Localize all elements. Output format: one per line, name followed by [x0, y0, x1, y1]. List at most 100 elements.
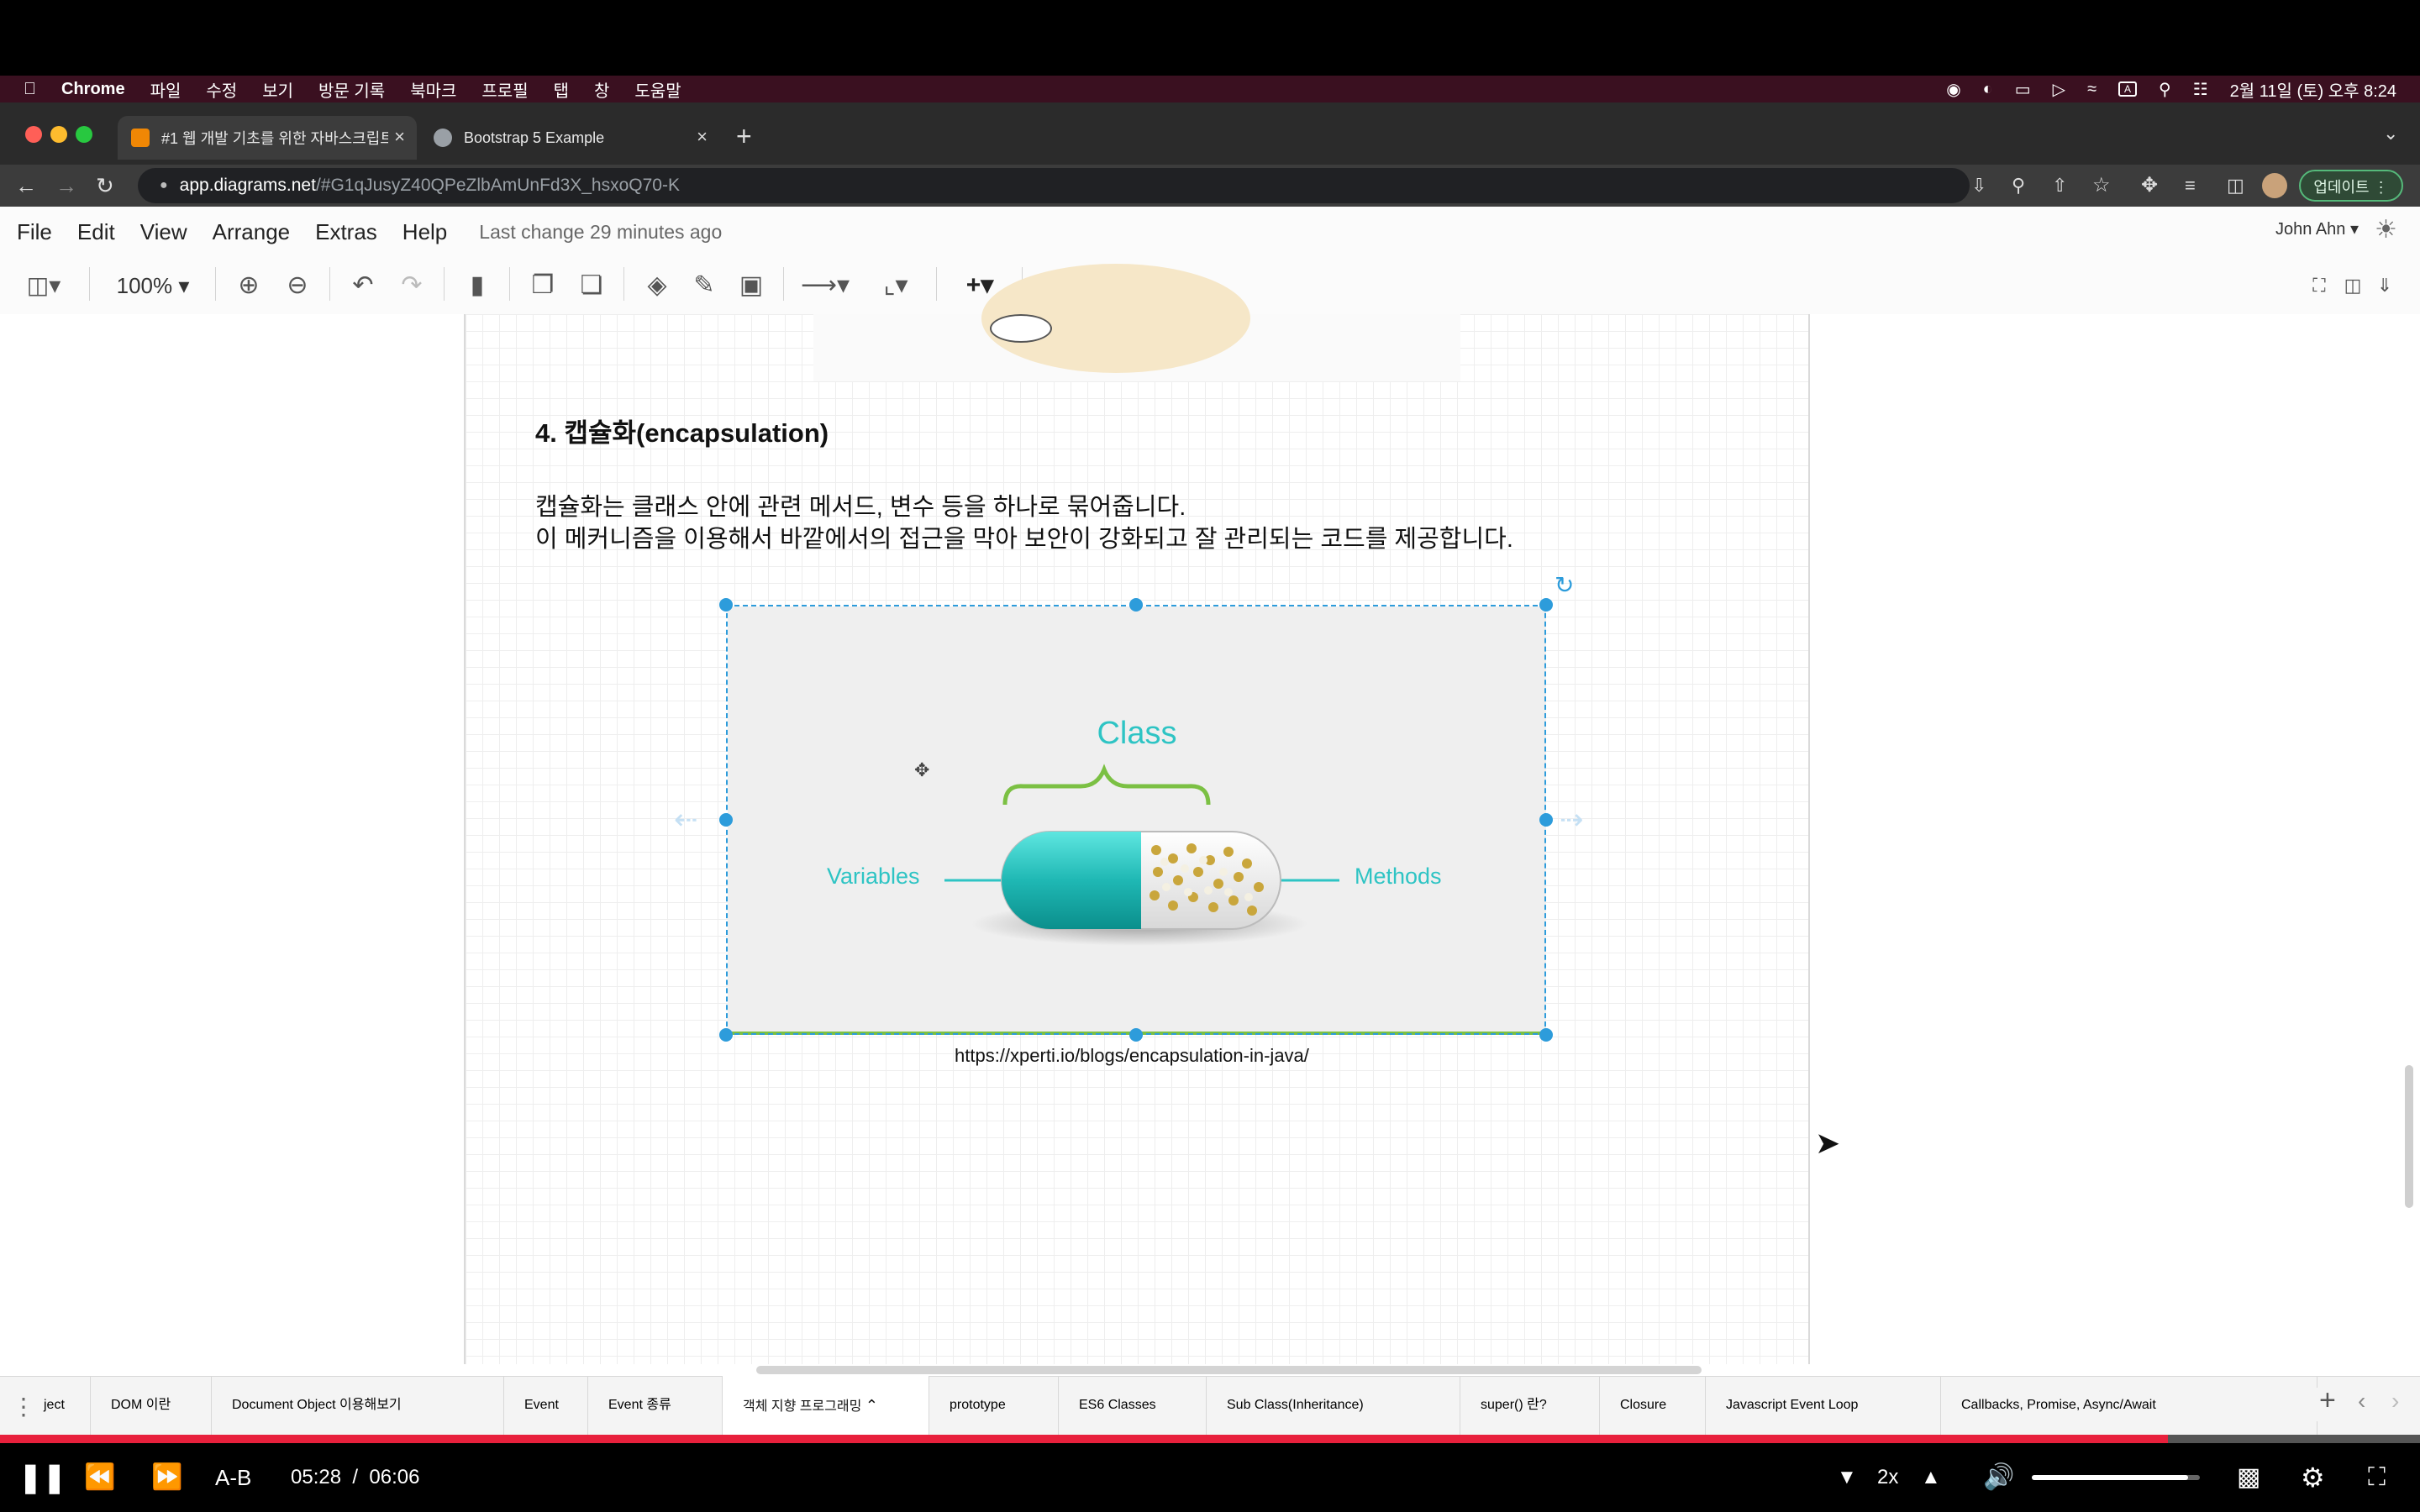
section-heading[interactable]: 4. 캡슐화(encapsulation) [535, 412, 829, 449]
menubar-item-tab[interactable]: 탭 [554, 77, 569, 102]
line-color-icon[interactable]: ✎ [687, 269, 721, 302]
horizontal-scrollbar[interactable] [756, 1366, 1702, 1374]
page-tab[interactable]: Closure [1600, 1376, 1706, 1435]
menubar-item-file[interactable]: 파일 [150, 77, 182, 102]
add-page-icon[interactable]: + [2319, 1384, 2336, 1417]
profile-avatar[interactable] [2262, 173, 2287, 198]
menubar-item-view[interactable]: 보기 [262, 77, 293, 102]
browser-tab-active[interactable]: #1 웹 개발 기초를 위한 자바스크립트 × [118, 116, 417, 160]
pause-icon[interactable]: ❚❚ [18, 1458, 66, 1497]
page-tab[interactable]: Javascript Event Loop [1706, 1376, 1941, 1435]
menubar-item-help[interactable]: 도움말 [634, 77, 681, 102]
menu-extras[interactable]: Extras [315, 219, 377, 245]
speed-down-icon[interactable]: ▼ [1837, 1458, 1857, 1497]
zoom-out-icon[interactable]: ⊖ [281, 269, 314, 302]
redo-icon[interactable]: ↷ [395, 269, 429, 302]
zoom-select[interactable]: 100% ▾ [106, 269, 200, 302]
playback-speed[interactable]: 2x [1877, 1458, 1898, 1497]
wifi-icon[interactable]: ≈ [2087, 80, 2096, 99]
reload-icon[interactable]: ↻ [96, 168, 114, 203]
menubar-clock[interactable]: 2월 11일 (토) 오후 8:24 [2230, 77, 2396, 102]
share-icon[interactable]: ⇧ [2052, 168, 2067, 203]
page-tab[interactable]: Document Object 이용해보기 [212, 1376, 504, 1435]
resize-handle-se[interactable] [1539, 1028, 1553, 1042]
page-tab[interactable]: Event [504, 1376, 588, 1435]
back-icon[interactable]: ← [15, 168, 37, 203]
window-zoom-icon[interactable] [76, 126, 92, 143]
record-icon[interactable]: ◉ [1946, 79, 1960, 100]
browser-tab[interactable]: Bootstrap 5 Example × [420, 116, 719, 160]
page-tab[interactable]: Callbacks, Promise, Async/Await [1941, 1376, 2317, 1435]
volume-icon[interactable]: 🔊 [1983, 1458, 2014, 1497]
last-change-label[interactable]: Last change 29 minutes ago [479, 221, 722, 244]
extensions-icon[interactable]: ✥ [2141, 168, 2158, 203]
vertical-scrollbar[interactable] [2405, 1065, 2413, 1208]
resize-handle-ne[interactable] [1539, 598, 1553, 612]
user-name[interactable]: John Ahn ▾ [2275, 218, 2359, 239]
menu-edit[interactable]: Edit [77, 219, 115, 245]
address-bar[interactable]: ● app.diagrams.net /#G1qJusyZ40QPeZlbAmU… [138, 168, 1970, 203]
fullscreen-icon[interactable]: ⛶ [2304, 269, 2334, 302]
forward-icon[interactable]: → [55, 168, 77, 203]
play-circle-icon[interactable]: ▷ [2053, 79, 2065, 100]
image-caption[interactable]: https://xperti.io/blogs/encapsulation-in… [955, 1045, 1309, 1067]
page-tab[interactable]: super() 란? [1460, 1376, 1600, 1435]
connection-style-icon[interactable]: ⟶▾ [800, 269, 850, 302]
settings-gear-icon[interactable]: ⚙ [2301, 1458, 2325, 1497]
control-center-icon[interactable]: ☷ [2193, 79, 2208, 100]
menubar-item-edit[interactable]: 수정 [206, 77, 237, 102]
scroll-tabs-left-icon[interactable]: ‹ [2358, 1388, 2365, 1415]
reading-list-icon[interactable]: ≡ [2185, 168, 2196, 203]
ab-loop-button[interactable]: A-B [215, 1458, 251, 1497]
resize-handle-nw[interactable] [719, 598, 733, 612]
collapse-toolbar-icon[interactable]: ⇓ [2370, 269, 2400, 302]
tab-search-chevron-icon[interactable]: ⌄ [2383, 123, 2398, 144]
resize-handle-sw[interactable] [719, 1028, 733, 1042]
input-source-icon[interactable]: A [2118, 81, 2138, 97]
page-tab-active[interactable]: 객체 지향 프로그래밍 ⌃ [723, 1376, 929, 1435]
zoom-in-icon[interactable]: ⊕ [232, 269, 266, 302]
spotlight-search-icon[interactable]: ⚲ [2159, 79, 2171, 100]
format-panel-icon[interactable]: ◫ [2338, 269, 2368, 302]
page-tab[interactable]: prototype [929, 1376, 1059, 1435]
bookmark-star-icon[interactable]: ☆ [2092, 168, 2111, 203]
menu-help[interactable]: Help [402, 219, 447, 245]
rotate-handle-icon[interactable]: ↻ [1555, 571, 1574, 599]
video-progress-fill[interactable] [0, 1435, 2169, 1443]
to-back-icon[interactable]: ❏ [575, 269, 608, 302]
volume-slider-fill[interactable] [2032, 1475, 2188, 1480]
resize-handle-n[interactable] [1129, 598, 1143, 612]
battery-icon[interactable]: ▭ [2015, 79, 2031, 100]
menubar-item-window[interactable]: 창 [594, 77, 609, 102]
rewind-icon[interactable]: ⏪ [84, 1458, 115, 1497]
install-app-icon[interactable]: ⇩ [1971, 168, 1986, 203]
paragraph-line-1[interactable]: 캡슐화는 클래스 안에 관련 메서드, 변수 등을 하나로 묶어줍니다. [535, 487, 1186, 522]
fill-color-icon[interactable]: ◈ [640, 269, 674, 302]
new-tab-icon[interactable]: + [736, 121, 752, 152]
theme-sun-icon[interactable]: ☀ [2375, 215, 2397, 244]
zoom-icon[interactable]: ⚲ [2012, 168, 2025, 203]
speed-up-icon[interactable]: ▲ [1921, 1458, 1941, 1497]
page-tab[interactable]: ject [24, 1376, 91, 1435]
to-front-icon[interactable]: ❐ [526, 269, 560, 302]
undo-icon[interactable]: ↶ [346, 269, 380, 302]
menubar-item-profile[interactable]: 프로필 [481, 77, 528, 102]
menu-view[interactable]: View [140, 219, 187, 245]
grammarly-icon[interactable]: ◐ [1983, 80, 1993, 99]
delete-icon[interactable]: ▮ [460, 269, 494, 302]
close-tab-icon[interactable]: × [697, 126, 708, 148]
page-tab[interactable]: ES6 Classes [1059, 1376, 1207, 1435]
menubar-item-bookmarks[interactable]: 북마크 [410, 77, 456, 102]
fast-forward-icon[interactable]: ⏩ [151, 1458, 182, 1497]
previous-image-fragment[interactable] [813, 264, 1460, 381]
menubar-app-name[interactable]: Chrome [61, 80, 125, 99]
close-tab-icon[interactable]: × [394, 126, 405, 148]
page-tab[interactable]: Event 종류 [588, 1376, 723, 1435]
apple-icon[interactable]:  [24, 80, 36, 99]
exit-fullscreen-icon[interactable]: ⛶ [2368, 1458, 2386, 1497]
resize-handle-w[interactable] [719, 813, 733, 827]
update-button[interactable]: 업데이트 ⋮ [2299, 170, 2403, 202]
captions-off-icon[interactable]: ▩ [2237, 1458, 2260, 1497]
paragraph-line-2[interactable]: 이 메커니즘을 이용해서 바깥에서의 접근을 막아 보안이 강화되고 잘 관리되… [535, 519, 1513, 554]
shadow-icon[interactable]: ▣ [734, 269, 768, 302]
